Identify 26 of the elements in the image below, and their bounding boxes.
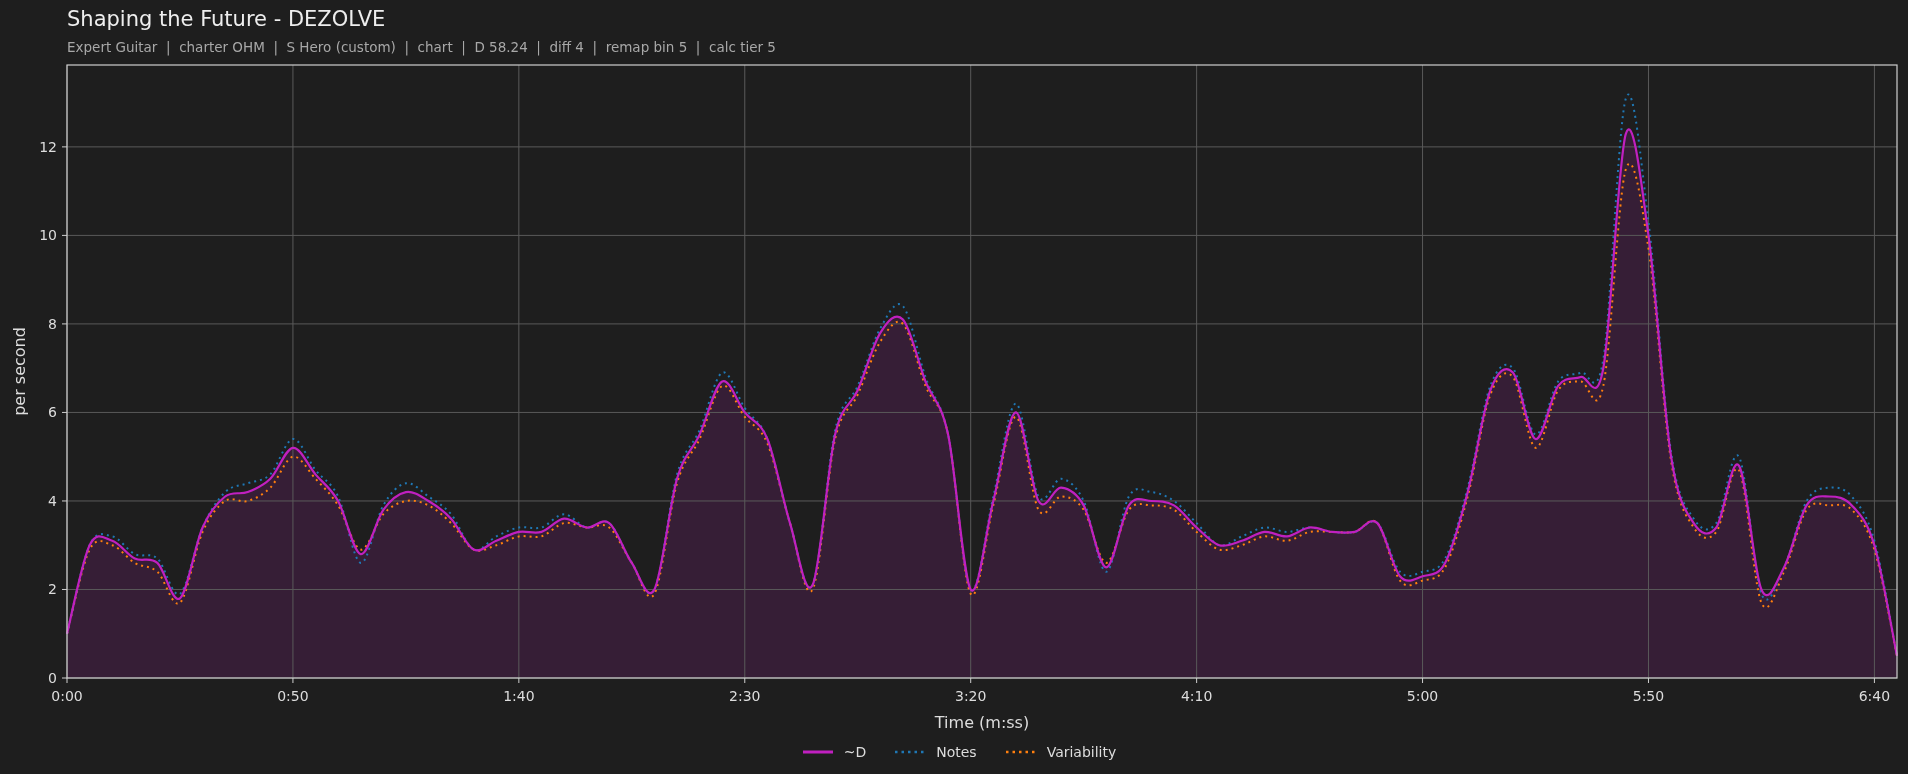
legend-label: ~D: [843, 744, 867, 760]
x-tick-label: 5:00: [1406, 688, 1439, 704]
legend-line-icon: [894, 750, 927, 754]
x-tick-label: 3:20: [955, 688, 987, 704]
y-tick-label: 0: [48, 670, 57, 686]
x-tick-label: 5:50: [1632, 688, 1665, 704]
chart-subtitle: Expert Guitar | charter OHM | S Hero (custom) | chart | D 58.24 | diff 4 | remap bin 5 | calc tier 5: [67, 39, 777, 55]
legend-label: Notes: [936, 744, 977, 760]
legend-line-icon: [801, 750, 834, 754]
y-axis-label: per second: [10, 327, 29, 416]
x-tick-label: 0:00: [51, 688, 83, 704]
legend-label: Variability: [1046, 744, 1117, 760]
x-tick-label: 2:30: [729, 688, 761, 704]
x-tick-label: 6:40: [1858, 688, 1891, 704]
x-tick-label: 4:10: [1180, 688, 1213, 704]
y-tick-label: 2: [48, 581, 57, 598]
x-tick-label: 0:50: [277, 688, 309, 704]
x-tick-label: 1:40: [503, 688, 535, 704]
x-axis-label: Time (m:ss): [934, 713, 1030, 732]
y-tick-label: 8: [48, 315, 57, 332]
y-tick-label: 6: [48, 404, 57, 421]
y-tick-label: 10: [39, 227, 57, 244]
y-tick-label: 12: [39, 138, 57, 155]
chart-title: Shaping the Future - DEZOLVE: [67, 6, 387, 32]
y-tick-label: 4: [48, 492, 57, 509]
legend-line-icon: [1004, 750, 1037, 754]
